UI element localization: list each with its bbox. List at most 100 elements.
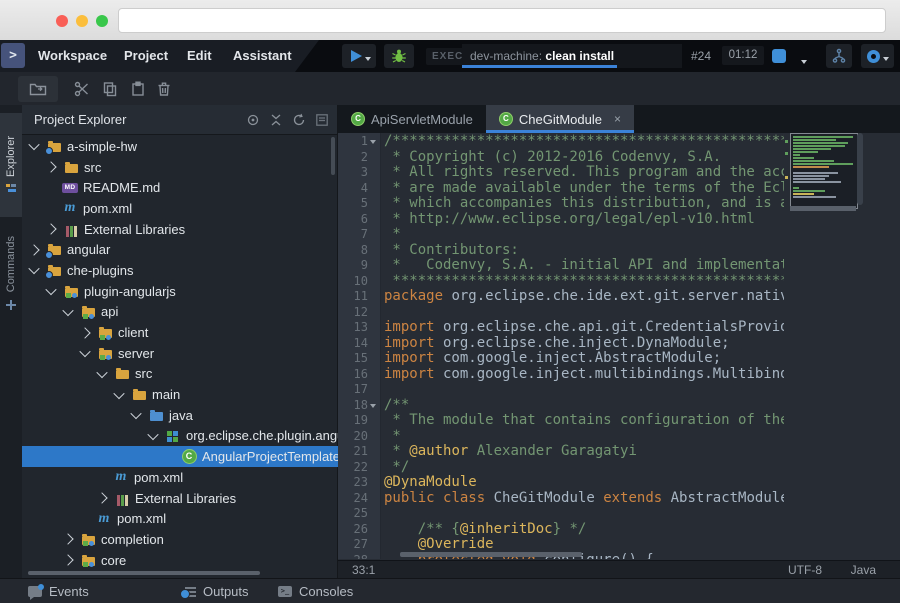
copy-button[interactable]: [102, 81, 118, 97]
tree-row[interactable]: org.eclipse.che.plugin.angula: [22, 426, 338, 447]
code-line[interactable]: 23 @DynaModule: [338, 475, 900, 491]
chevron-down-icon[interactable]: [130, 408, 142, 420]
menu-assistant[interactable]: Assistant: [233, 40, 292, 72]
code-line[interactable]: 27 @Override: [338, 537, 900, 553]
tree-row[interactable]: api: [22, 302, 338, 323]
code-line[interactable]: 16 import com.google.inject.multibindings…: [338, 367, 900, 383]
refresh-icon[interactable]: [292, 113, 306, 127]
code-line[interactable]: 14 import org.eclipse.che.inject.DynaModu…: [338, 336, 900, 352]
editor-tab-apiservletmodule[interactable]: C ApiServletModule: [338, 105, 486, 133]
tree-row[interactable]: a-simple-hw: [22, 136, 338, 157]
tree-row[interactable]: core: [22, 550, 338, 570]
chevron-down-icon[interactable]: [62, 304, 74, 317]
locate-icon[interactable]: [246, 113, 260, 127]
file-encoding[interactable]: UTF-8: [788, 563, 822, 577]
chevron-down-icon[interactable]: [96, 366, 108, 379]
tree-row[interactable]: m pom.xml: [22, 467, 338, 488]
tree-row[interactable]: main: [22, 384, 338, 405]
tree-row[interactable]: src: [22, 157, 338, 178]
tab-commands[interactable]: Commands: [0, 221, 22, 325]
code-line[interactable]: 12: [338, 305, 900, 321]
debug-button[interactable]: [384, 44, 414, 68]
machine-action-button[interactable]: [826, 44, 852, 68]
code-line[interactable]: 19 * The module that contains configurat…: [338, 413, 900, 429]
chevron-down-icon[interactable]: [28, 263, 40, 275]
stop-button[interactable]: [772, 49, 786, 63]
code-line[interactable]: 22 */: [338, 460, 900, 476]
events-button[interactable]: Events: [28, 579, 89, 603]
tree-row[interactable]: angular: [22, 239, 338, 260]
editor-vertical-scrollbar[interactable]: [857, 133, 863, 205]
code-line[interactable]: 9 * Codenvy, S.A. - initial API and impl…: [338, 258, 900, 274]
tab-explorer[interactable]: Explorer: [0, 113, 22, 217]
tree-row[interactable]: client: [22, 322, 338, 343]
menu-edit[interactable]: Edit: [187, 40, 212, 72]
collapse-all-icon[interactable]: [269, 113, 283, 127]
outputs-button[interactable]: Outputs: [180, 579, 249, 603]
chevron-right-icon[interactable]: [62, 554, 74, 566]
paste-button[interactable]: [130, 81, 146, 97]
code-line[interactable]: 11 package org.eclipse.che.ide.ext.git.se…: [338, 289, 900, 305]
maximize-window-icon[interactable]: [96, 15, 108, 27]
chevron-down-icon[interactable]: [147, 428, 159, 441]
chevron-right-icon[interactable]: [96, 492, 108, 504]
tree-row[interactable]: completion: [22, 529, 338, 550]
tree-row[interactable]: plugin-angularjs: [22, 281, 338, 302]
tree-row[interactable]: server: [22, 343, 338, 364]
code-line[interactable]: 25: [338, 506, 900, 522]
minimap-thumb[interactable]: [790, 206, 856, 211]
chevron-down-icon[interactable]: [79, 346, 91, 358]
minimize-window-icon[interactable]: [76, 15, 88, 27]
chevron-right-icon[interactable]: [45, 161, 57, 173]
tree-row[interactable]: MD README.md: [22, 177, 338, 198]
chevron-right-icon[interactable]: [79, 326, 91, 339]
consoles-button[interactable]: >_ Consoles: [278, 579, 353, 603]
code-line[interactable]: 18/**: [338, 398, 900, 414]
tree-vertical-scrollbar[interactable]: [331, 137, 335, 175]
chevron-right-icon[interactable]: [45, 223, 57, 235]
code-line[interactable]: 10 *************************************…: [338, 274, 900, 290]
code-line[interactable]: 17: [338, 382, 900, 398]
che-logo[interactable]: >: [1, 43, 25, 68]
delete-button[interactable]: [156, 81, 172, 97]
code-line[interactable]: 8 * Contributors:: [338, 243, 900, 259]
code-line[interactable]: 21 * @author Alexander Garagatyi: [338, 444, 900, 460]
code-line[interactable]: 7 *: [338, 227, 900, 243]
tree-row[interactable]: m pom.xml: [22, 508, 338, 529]
cut-button[interactable]: [74, 81, 90, 97]
tree-row[interactable]: m pom.xml: [22, 198, 338, 219]
chevron-right-icon[interactable]: [62, 533, 74, 546]
tree-row[interactable]: java: [22, 405, 338, 426]
tree-horizontal-scrollbar[interactable]: [28, 571, 260, 575]
code-line[interactable]: 13 import org.eclipse.che.api.git.Credent…: [338, 320, 900, 336]
code-line[interactable]: 24 public class CheGitModule extends Abst…: [338, 491, 900, 507]
url-bar[interactable]: [118, 8, 886, 33]
menu-project[interactable]: Project: [124, 40, 168, 72]
editor-tab-chegitmodule[interactable]: C CheGitModule ×: [485, 105, 635, 133]
preview-app-button[interactable]: [861, 44, 894, 68]
code-line[interactable]: 15 import com.google.inject.AbstractModul…: [338, 351, 900, 367]
command-widget[interactable]: dev-machine: clean install: [462, 44, 682, 68]
import-project-button[interactable]: [18, 76, 58, 102]
tree-row[interactable]: C AngularProjectTemplateE: [22, 446, 338, 467]
close-tab-icon[interactable]: ×: [614, 112, 621, 126]
tree-row[interactable]: External Libraries: [22, 219, 338, 240]
run-button[interactable]: [342, 44, 376, 68]
chevron-right-icon[interactable]: [28, 244, 40, 256]
panel-menu-icon[interactable]: [315, 113, 329, 127]
editor-horizontal-scrollbar[interactable]: [400, 552, 582, 557]
code-line[interactable]: 20 *: [338, 429, 900, 445]
code-minimap[interactable]: [790, 133, 858, 209]
tree-row[interactable]: che-plugins: [22, 260, 338, 281]
chevron-down-icon[interactable]: [28, 139, 40, 151]
tree-row[interactable]: src: [22, 364, 338, 385]
tree-row[interactable]: External Libraries: [22, 488, 338, 509]
code-line[interactable]: 6 * http://www.eclipse.org/legal/epl-v10…: [338, 212, 900, 228]
fold-marker-icon[interactable]: [370, 140, 376, 144]
menu-workspace[interactable]: Workspace: [38, 40, 107, 72]
chevron-down-icon[interactable]: [801, 60, 807, 64]
chevron-down-icon[interactable]: [113, 387, 125, 399]
close-window-icon[interactable]: [56, 15, 68, 27]
fold-marker-icon[interactable]: [370, 403, 376, 408]
chevron-down-icon[interactable]: [45, 284, 57, 296]
